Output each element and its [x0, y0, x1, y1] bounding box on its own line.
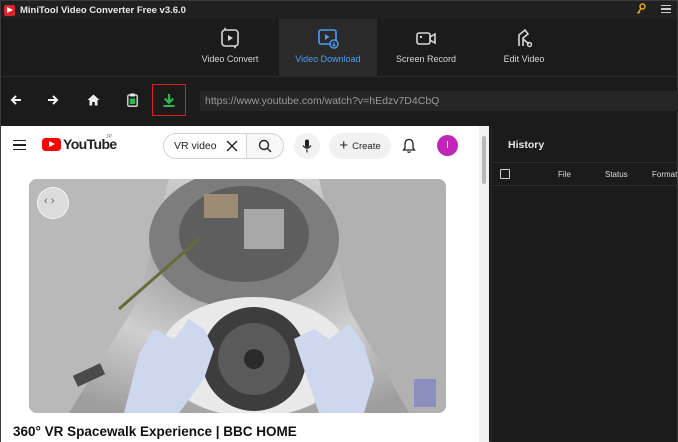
tab-label: Edit Video — [503, 54, 545, 64]
key-icon[interactable] — [636, 3, 646, 15]
app-logo-icon — [4, 4, 15, 16]
history-panel: History File Status Format — [491, 126, 678, 442]
hamburger-menu-icon[interactable] — [661, 5, 671, 13]
browser-pane: YouTube JP VR video + Create I ‹ › 360° … — [1, 126, 489, 442]
column-format: Format — [652, 170, 678, 179]
download-screen-icon — [318, 29, 339, 49]
tab-label: Video Convert — [201, 54, 259, 64]
download-icon — [163, 93, 175, 107]
scrollbar-thumb[interactable] — [482, 136, 486, 184]
download-button[interactable] — [152, 84, 186, 116]
microphone-icon — [302, 139, 312, 153]
youtube-play-icon — [42, 137, 61, 151]
clipboard-icon — [126, 93, 138, 107]
column-file: File — [558, 170, 571, 179]
clear-search-icon[interactable] — [225, 139, 239, 153]
history-table-header: File Status Format — [492, 162, 678, 186]
browser-toolbar: https://www.youtube.com/watch?v=hEdzv7D4… — [1, 76, 678, 124]
tab-video-download[interactable]: Video Download — [279, 19, 377, 76]
360-navigation-control[interactable] — [37, 187, 69, 219]
column-status: Status — [605, 170, 628, 179]
youtube-header: YouTube JP VR video + Create I — [1, 126, 479, 166]
tab-screen-record[interactable]: Screen Record — [377, 19, 475, 76]
app-window: MiniTool Video Converter Free v3.6.0 Vid… — [0, 0, 678, 442]
paste-url-button[interactable] — [117, 89, 147, 111]
video-thumbnail — [29, 179, 446, 413]
bell-icon[interactable] — [402, 138, 416, 154]
youtube-search-button[interactable] — [246, 133, 284, 159]
url-input[interactable]: https://www.youtube.com/watch?v=hEdzv7D4… — [200, 91, 678, 111]
tab-video-convert[interactable]: Video Convert — [181, 19, 279, 76]
window-title: MiniTool Video Converter Free v3.6.0 — [20, 4, 186, 16]
main-tabs: Video Convert Video Download Screen Reco… — [1, 19, 677, 76]
tab-label: Video Download — [295, 54, 361, 64]
youtube-menu-icon[interactable] — [13, 140, 26, 150]
video-player[interactable] — [29, 179, 446, 413]
home-icon — [87, 94, 99, 106]
tab-label: Screen Record — [395, 54, 457, 64]
convert-icon — [221, 27, 239, 49]
search-icon — [258, 139, 272, 153]
title-bar: MiniTool Video Converter Free v3.6.0 — [1, 1, 677, 19]
video-title[interactable]: 360° VR Spacewalk Experience | BBC HOME — [13, 424, 297, 439]
youtube-country-code: JP — [106, 134, 112, 140]
camera-icon — [416, 32, 436, 45]
home-button[interactable] — [78, 89, 108, 111]
tab-edit-video[interactable]: Edit Video — [475, 19, 573, 76]
select-all-checkbox[interactable] — [500, 169, 510, 179]
voice-search-button[interactable] — [294, 133, 320, 159]
back-arrow-icon — [10, 95, 21, 105]
back-button[interactable] — [1, 89, 31, 111]
forward-arrow-icon — [48, 95, 59, 105]
youtube-logo[interactable]: YouTube JP — [42, 134, 117, 152]
avatar[interactable]: I — [437, 135, 458, 156]
history-title: History — [508, 139, 545, 151]
create-label: Create — [352, 140, 381, 152]
create-button[interactable]: + Create — [329, 133, 391, 159]
forward-button[interactable] — [38, 89, 68, 111]
plus-icon: + — [339, 137, 349, 154]
scissors-icon — [518, 28, 533, 48]
